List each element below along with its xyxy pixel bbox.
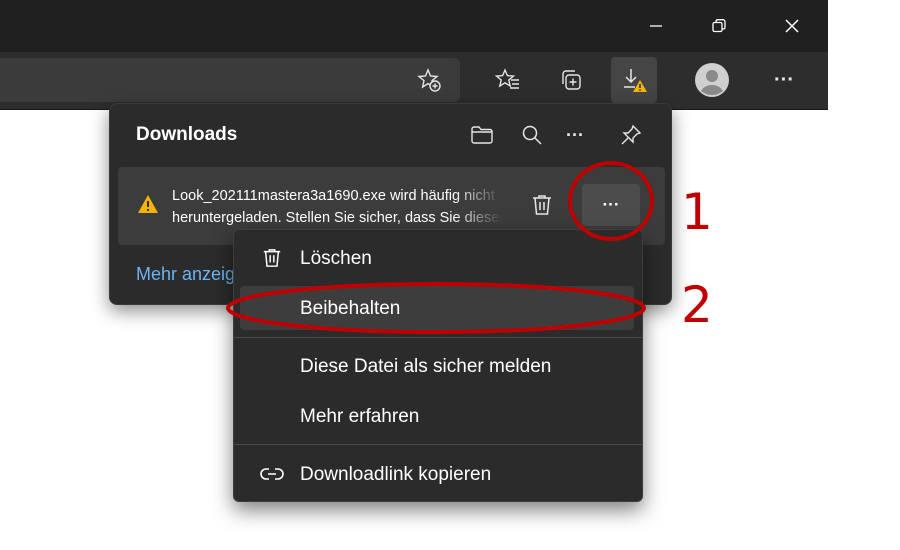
delete-download-button[interactable]: [522, 185, 562, 225]
settings-more-button[interactable]: ···: [761, 57, 807, 103]
menu-item-label: Beibehalten: [300, 298, 401, 319]
collections-button[interactable]: [548, 57, 594, 103]
collections-icon: [562, 70, 581, 90]
panel-title: Downloads: [136, 124, 238, 145]
trash-icon: [260, 247, 284, 269]
menu-item-label: Mehr erfahren: [300, 406, 420, 427]
restore-button[interactable]: [690, 0, 748, 52]
favorite-add-icon: [417, 68, 441, 92]
folder-icon: [471, 126, 493, 144]
close-icon: [785, 19, 799, 33]
profile-icon: [695, 63, 729, 97]
menu-item-report-safe[interactable]: Diese Datei als sicher melden: [240, 344, 634, 388]
download-warning-text: Look_202111mastera3a1690.exe wird häufig…: [172, 185, 502, 229]
menu-item-learn-more[interactable]: Mehr erfahren: [240, 394, 634, 438]
pin-icon: [621, 124, 642, 145]
panel-more-options-button[interactable]: ···: [558, 118, 592, 152]
annotation-marker-2: 2: [681, 276, 713, 334]
menu-separator: [234, 337, 642, 338]
minimize-icon: [650, 25, 662, 27]
favorites-button[interactable]: [485, 57, 531, 103]
trash-icon: [533, 195, 551, 215]
warning-icon: [138, 195, 158, 213]
menu-item-delete[interactable]: Löschen: [240, 236, 634, 280]
downloads-button[interactable]: [611, 57, 657, 103]
profile-button[interactable]: [689, 57, 735, 103]
menu-item-label: Diese Datei als sicher melden: [300, 356, 552, 377]
search-icon: [522, 125, 542, 145]
link-icon: [260, 463, 284, 485]
browser-toolbar: ···: [0, 52, 828, 110]
pin-panel-button[interactable]: [614, 118, 648, 152]
menu-item-copy-link[interactable]: Downloadlink kopieren: [240, 452, 634, 496]
add-favorite-button[interactable]: [406, 57, 452, 103]
download-warning-line-2: heruntergeladen. Stellen Sie sicher, das…: [172, 210, 502, 226]
downloads-warning-icon: [624, 69, 647, 92]
restore-icon: [712, 19, 726, 33]
close-button[interactable]: [763, 0, 821, 52]
more-icon: ···: [602, 195, 620, 214]
more-icon: ···: [566, 124, 584, 145]
download-context-menu: Löschen Beibehalten Diese Datei als sich…: [233, 229, 643, 502]
download-more-options-button[interactable]: ···: [582, 184, 640, 226]
search-downloads-button[interactable]: [515, 118, 549, 152]
menu-item-label: Downloadlink kopieren: [300, 464, 492, 485]
address-bar[interactable]: [0, 58, 460, 102]
download-warning-line-1: Look_202111mastera3a1690.exe wird häufig…: [172, 188, 495, 204]
menu-item-label: Löschen: [300, 248, 372, 269]
title-bar: [0, 0, 828, 52]
menu-item-keep[interactable]: Beibehalten: [240, 286, 634, 330]
minimize-button[interactable]: [627, 0, 685, 52]
open-downloads-folder-button[interactable]: [465, 118, 499, 152]
menu-separator: [234, 444, 642, 445]
annotation-marker-1: 1: [681, 183, 713, 241]
favorites-icon: [495, 68, 519, 89]
settings-more-icon: ···: [774, 68, 794, 91]
